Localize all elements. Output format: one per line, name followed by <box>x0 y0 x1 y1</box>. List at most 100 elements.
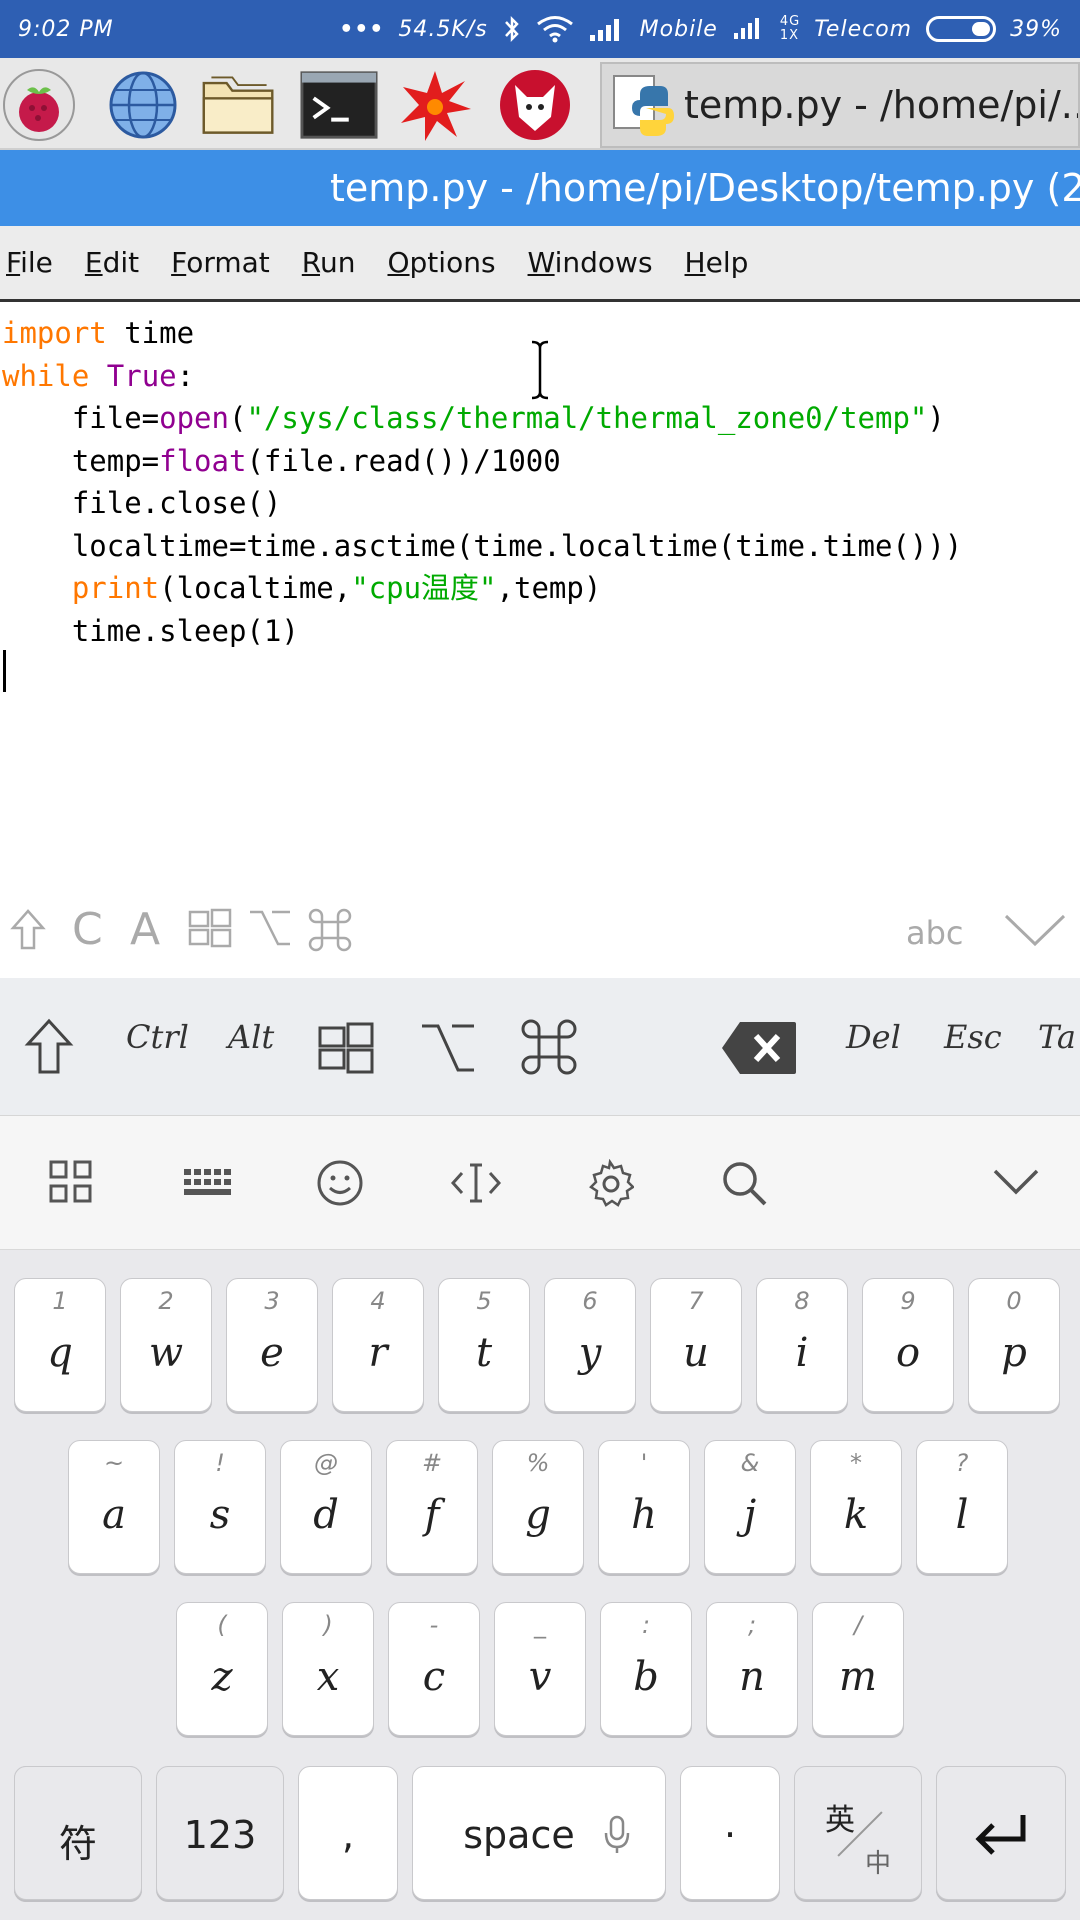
code-line: temp=float(file.read())/1000 <box>0 440 1080 483</box>
key-g[interactable]: % g <box>492 1440 584 1574</box>
menu-label-rest: ile <box>20 246 53 279</box>
key-w[interactable]: 2w <box>120 1278 212 1412</box>
key-hint: - <box>429 1611 439 1639</box>
period-key[interactable]: · <box>680 1766 780 1900</box>
comma-key[interactable]: , <box>298 1766 398 1900</box>
space-key[interactable]: space <box>412 1766 666 1900</box>
menu-item-help[interactable]: Help <box>685 246 749 279</box>
taskbar-active-window[interactable]: temp.py - /home/pi/... <box>600 62 1080 148</box>
key-i[interactable]: 8i <box>756 1278 848 1412</box>
language-switch-key[interactable]: 英中 <box>794 1766 922 1900</box>
key-hint: # <box>421 1449 443 1477</box>
code-line: file=open("/sys/class/thermal/thermal_zo… <box>0 397 1080 440</box>
menu-label-rest: elp <box>705 246 749 279</box>
key-m[interactable]: / m <box>812 1602 904 1736</box>
key-h[interactable]: ' h <box>598 1440 690 1574</box>
globe-icon[interactable] <box>104 66 182 144</box>
key-k[interactable]: * k <box>810 1440 902 1574</box>
text-caret <box>3 650 6 692</box>
enter-key[interactable] <box>936 1766 1066 1900</box>
menu-label-rest: ptions <box>409 246 496 279</box>
settings-gear-icon[interactable] <box>586 1158 636 1209</box>
del-key[interactable]: Del <box>846 1018 901 1056</box>
cursor-move-icon[interactable] <box>450 1159 502 1209</box>
menu-item-options[interactable]: Options <box>387 246 495 279</box>
key-hint: ( <box>217 1611 227 1639</box>
esc-key[interactable]: Esc <box>944 1018 1002 1056</box>
folder-icon[interactable] <box>200 66 278 144</box>
keyboard-layout-icon[interactable] <box>182 1159 232 1209</box>
key-c[interactable]: -c <box>388 1602 480 1736</box>
alt-a-key[interactable]: A <box>130 904 160 955</box>
menu-item-format[interactable]: Format <box>171 246 270 279</box>
key-label: e <box>260 1329 284 1376</box>
key-label: j <box>743 1491 757 1538</box>
code-line: localtime=time.asctime(time.localtime(ti… <box>0 525 1080 568</box>
abc-toggle[interactable]: abc <box>906 914 964 952</box>
key-l[interactable]: ? l <box>916 1440 1008 1574</box>
window-title-bar[interactable]: temp.py - /home/pi/Desktop/temp.py (2.7.… <box>0 150 1080 226</box>
hide-keyboard-chevron-icon[interactable] <box>992 1166 1042 1216</box>
grid-menu-icon[interactable] <box>48 1159 98 1209</box>
key-hint: 1 <box>52 1287 68 1315</box>
key-x[interactable]: ) x <box>282 1602 374 1736</box>
code-token: import <box>2 316 107 350</box>
key-hint: @ <box>314 1449 338 1477</box>
ctrl-c-key[interactable]: C <box>72 904 103 955</box>
key-f[interactable]: # f <box>386 1440 478 1574</box>
key-v[interactable]: _ v <box>494 1602 586 1736</box>
tab-key[interactable]: Ta <box>1038 1018 1076 1056</box>
shift-outline-icon[interactable] <box>10 908 46 963</box>
special-keys-bar: Ctrl Alt Del Esc Ta <box>0 978 1080 1116</box>
key-d[interactable]: @ d <box>280 1440 372 1574</box>
key-u[interactable]: 7u <box>650 1278 742 1412</box>
menu-item-windows[interactable]: Windows <box>528 246 653 279</box>
taskbar: temp.py - /home/pi/... <box>0 58 1080 150</box>
key-label: t <box>475 1329 493 1376</box>
search-icon[interactable] <box>720 1159 770 1209</box>
ime-toolbar <box>0 1116 1080 1250</box>
key-label: d <box>313 1491 339 1538</box>
key-a[interactable]: ~ a <box>68 1440 160 1574</box>
menu-item-run[interactable]: Run <box>302 246 356 279</box>
windows-icon[interactable] <box>318 1022 374 1082</box>
key-o[interactable]: 9o <box>862 1278 954 1412</box>
backspace-filled-icon[interactable] <box>720 1020 798 1084</box>
wolf-icon[interactable] <box>496 66 574 144</box>
menu-mnemonic: H <box>684 246 706 279</box>
burst-icon[interactable] <box>396 66 474 144</box>
command-icon[interactable] <box>520 1018 578 1084</box>
menu-item-file[interactable]: File <box>6 246 53 279</box>
code-token: : <box>176 358 195 393</box>
command-outline-icon[interactable] <box>308 908 352 963</box>
code-token: file= <box>2 401 160 435</box>
alt-key[interactable]: Alt <box>228 1018 274 1056</box>
option-icon[interactable] <box>420 1022 476 1082</box>
collapse-chevron-icon[interactable] <box>1004 910 1066 961</box>
shift-icon[interactable] <box>24 1018 74 1084</box>
key-z[interactable]: (z <box>176 1602 268 1736</box>
emoji-icon[interactable] <box>316 1159 366 1209</box>
terminal-icon[interactable] <box>300 66 378 144</box>
menu-mnemonic: F <box>171 246 187 279</box>
key-y[interactable]: 6y <box>544 1278 636 1412</box>
option-outline-icon[interactable] <box>248 908 292 959</box>
menu-item-edit[interactable]: Edit <box>85 246 139 279</box>
key-s[interactable]: ! s <box>174 1440 266 1574</box>
key-hint: 9 <box>900 1287 916 1315</box>
menu-label-rest: un <box>319 246 356 279</box>
key-n[interactable]: ; n <box>706 1602 798 1736</box>
key-j[interactable]: & j <box>704 1440 796 1574</box>
windows-outline-icon[interactable] <box>188 908 232 959</box>
key-p[interactable]: 0p <box>968 1278 1060 1412</box>
key-b[interactable]: :b <box>600 1602 692 1736</box>
key-r[interactable]: 4r <box>332 1278 424 1412</box>
key-hint: 8 <box>794 1287 810 1315</box>
raspberry-icon[interactable] <box>0 66 78 144</box>
ctrl-key[interactable]: Ctrl <box>126 1018 189 1056</box>
key-e[interactable]: 3e <box>226 1278 318 1412</box>
symbols-key[interactable]: 符 <box>14 1766 142 1900</box>
key-q[interactable]: 1q <box>14 1278 106 1412</box>
numbers-key[interactable]: 123 <box>156 1766 284 1900</box>
key-t[interactable]: 5t <box>438 1278 530 1412</box>
